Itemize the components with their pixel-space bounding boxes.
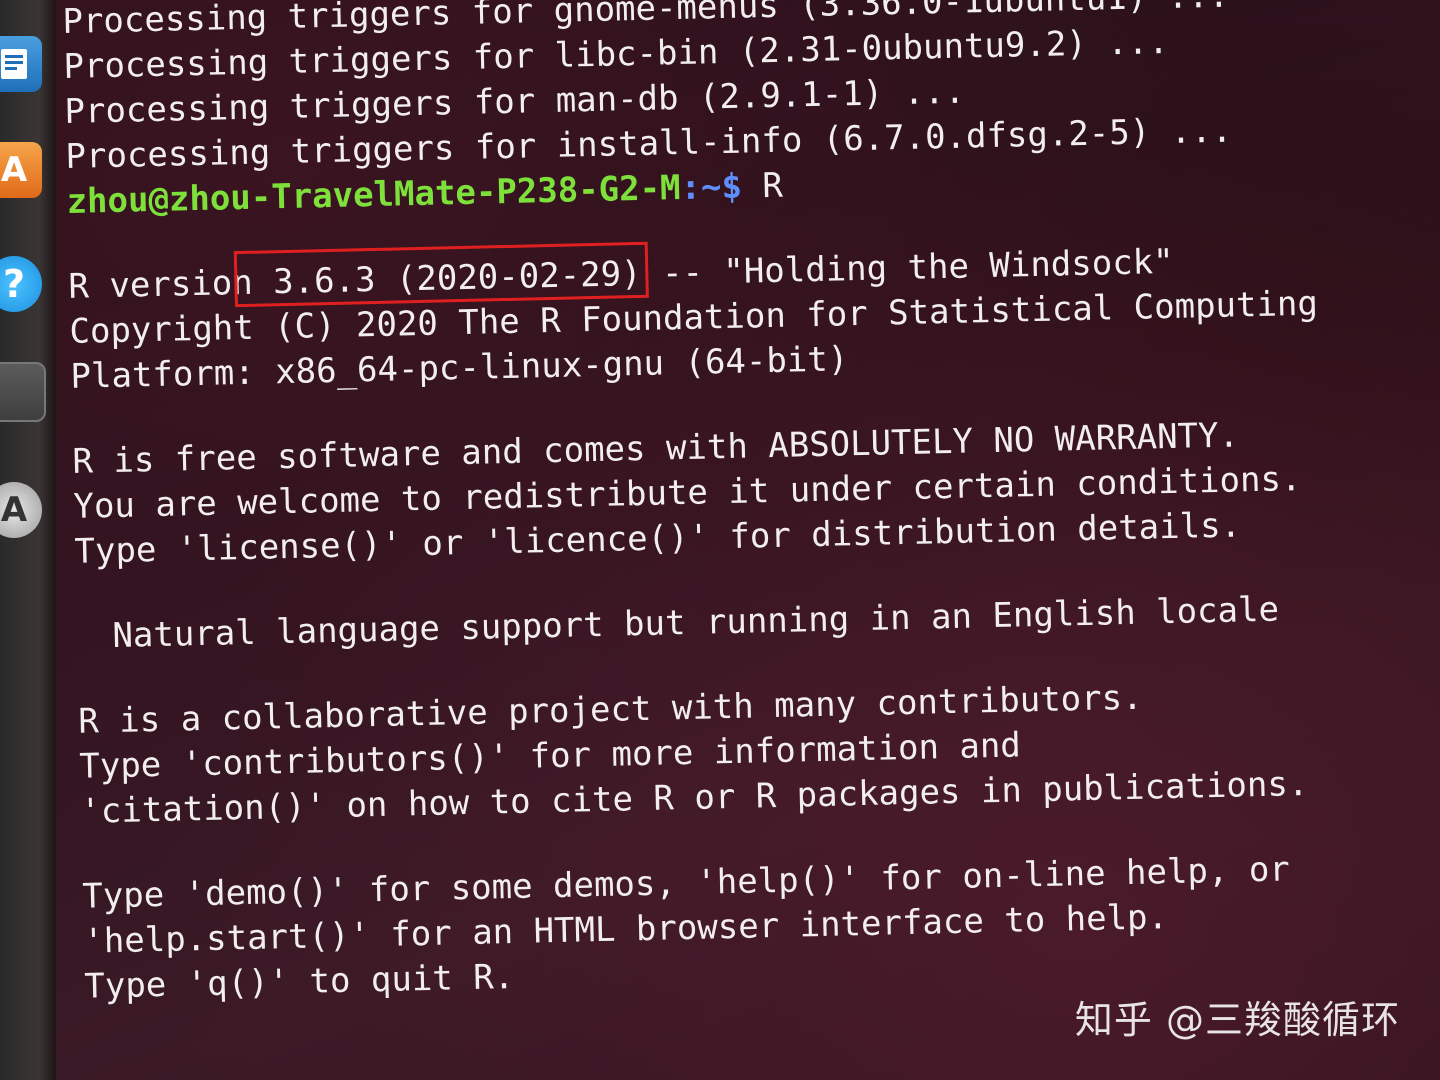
software-store-icon[interactable]: A	[0, 142, 42, 198]
writer-icon[interactable]	[0, 36, 42, 92]
prompt-command: R	[741, 165, 784, 207]
prompt-path: :~$	[680, 166, 743, 209]
terminal-screen: A ? A Processing triggers for gnome-menu…	[0, 0, 1440, 1080]
app-icon[interactable]	[0, 362, 46, 422]
watermark: 知乎 @三羧酸循环	[1074, 998, 1400, 1042]
amazon-icon[interactable]: A	[0, 482, 42, 538]
help-icon[interactable]: ?	[0, 256, 42, 312]
launcher-dock: A ? A	[0, 0, 56, 1080]
terminal-output[interactable]: Processing triggers for gnome-menus (3.3…	[62, 0, 1406, 1080]
